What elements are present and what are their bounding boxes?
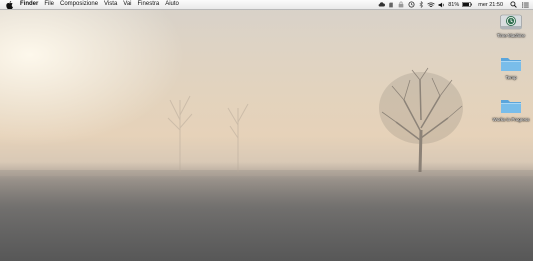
battery-percentage[interactable]: 81% xyxy=(448,2,459,8)
desktop-icon-temp[interactable]: Temp xyxy=(489,54,533,80)
volume-icon[interactable] xyxy=(437,0,445,9)
menu-vai[interactable]: Vai xyxy=(123,0,131,9)
bluetooth-icon[interactable] xyxy=(417,0,425,9)
menu-finestra[interactable]: Finestra xyxy=(138,0,160,9)
cloud-icon[interactable] xyxy=(377,0,385,9)
evernote-icon[interactable] xyxy=(387,0,395,9)
spotlight-search-icon[interactable] xyxy=(509,0,517,9)
menu-finder[interactable]: Finder xyxy=(20,0,38,9)
menu-bar: Finder File Composizione Vista Vai Fines… xyxy=(0,0,533,10)
folder-icon xyxy=(501,100,521,113)
clock[interactable]: mer 21:50 xyxy=(478,2,503,8)
menu-vista[interactable]: Vista xyxy=(104,0,117,9)
menu-aiuto[interactable]: Aiuto xyxy=(165,0,179,9)
battery-icon[interactable] xyxy=(461,0,472,9)
desktop-icon-label: Works in Progress xyxy=(492,117,530,122)
apple-icon[interactable] xyxy=(6,0,14,9)
desktop-icon-label: Temp xyxy=(505,75,517,80)
desktop-icon-label: Time Machine xyxy=(496,33,526,38)
lock-icon[interactable] xyxy=(397,0,405,9)
menu-composizione[interactable]: Composizione xyxy=(60,0,98,9)
desktop[interactable]: Finder File Composizione Vista Vai Fines… xyxy=(0,0,533,261)
time-machine-icon[interactable] xyxy=(407,0,415,9)
desktop-icon-works-in-progress[interactable]: Works in Progress xyxy=(489,96,533,122)
menu-file[interactable]: File xyxy=(44,0,54,9)
desktop-icon-time-machine[interactable]: Time Machine xyxy=(489,12,533,38)
wifi-icon[interactable] xyxy=(427,0,435,9)
notification-center-icon[interactable] xyxy=(521,0,529,9)
status-area: 81% mer 21:50 xyxy=(375,0,529,9)
time-machine-drive-icon xyxy=(500,14,522,30)
wallpaper xyxy=(0,67,533,261)
folder-icon xyxy=(501,58,521,71)
